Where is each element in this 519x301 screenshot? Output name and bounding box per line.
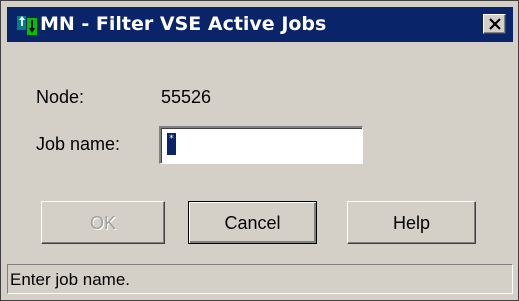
node-label: Node:	[36, 87, 85, 107]
app-icon	[16, 14, 38, 36]
job-name-input[interactable]: *	[159, 126, 363, 164]
filter-dialog: MN - Filter VSE Active Jobs Node: 55526 …	[0, 0, 519, 301]
status-bar: Enter job name.	[7, 264, 513, 294]
node-value: 55526	[161, 87, 212, 107]
close-button[interactable]	[483, 14, 506, 34]
job-name-value: *	[167, 133, 176, 155]
cancel-button[interactable]: Cancel	[188, 201, 317, 244]
window-title: MN - Filter VSE Active Jobs	[40, 13, 327, 35]
ok-button[interactable]: OK	[41, 201, 165, 244]
close-icon	[489, 18, 501, 30]
title-bar[interactable]: MN - Filter VSE Active Jobs	[7, 7, 513, 42]
job-name-label: Job name:	[36, 134, 121, 154]
status-text: Enter job name.	[10, 270, 131, 289]
help-button[interactable]: Help	[347, 201, 476, 244]
